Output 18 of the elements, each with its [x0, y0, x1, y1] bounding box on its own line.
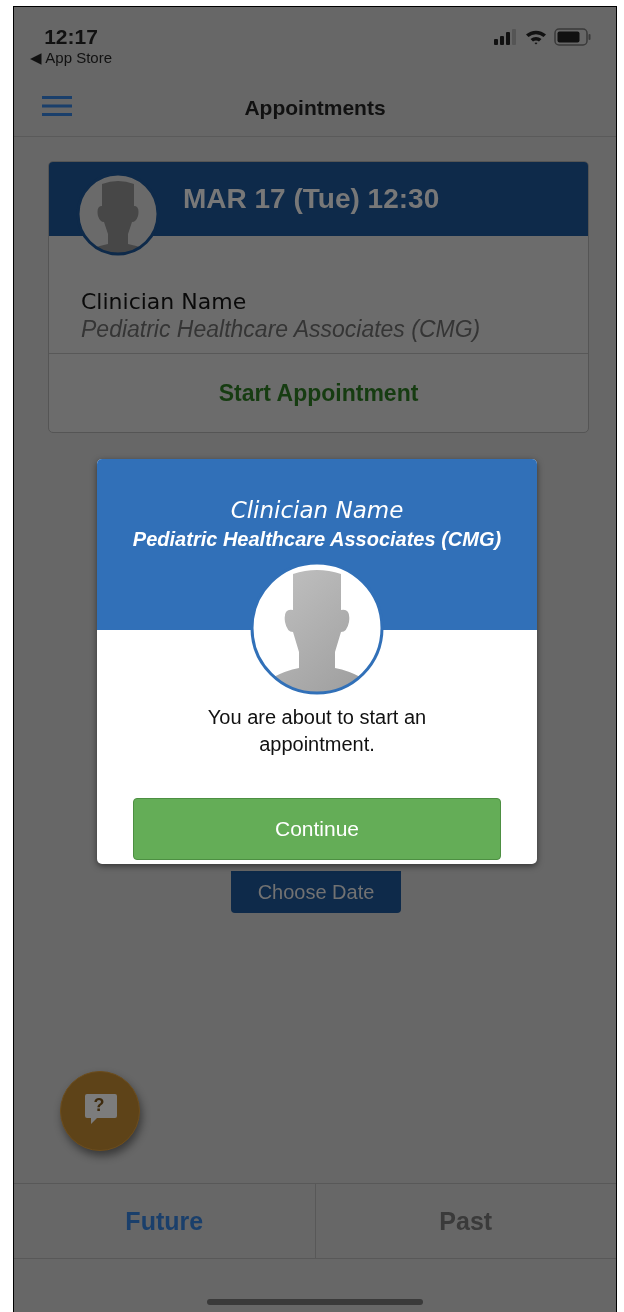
clinician-name: Clinician Name [81, 289, 248, 314]
dialog-message: You are about to start an appointment. [206, 705, 428, 757]
choose-date-button[interactable]: Choose Date [231, 871, 401, 913]
appointment-date: MAR 17 (Tue) 12:30 [183, 183, 440, 215]
battery-icon [554, 27, 592, 46]
menu-icon[interactable] [42, 96, 72, 116]
continue-button[interactable]: Continue [133, 798, 501, 860]
practice-name: Pediatric Healthcare Associates (CMG) [81, 316, 482, 343]
dialog-clinician-name: Clinician Name [230, 497, 404, 523]
dialog-practice-name: Pediatric Healthcare Associates (CMG) [132, 528, 502, 551]
wifi-icon [525, 28, 547, 45]
tab[interactable]: Future [14, 1184, 315, 1258]
back-to-app-link[interactable]: ◀ App Store [30, 48, 113, 67]
start-appointment-button[interactable]: Start Appointment [49, 354, 588, 432]
help-button[interactable]: ? [60, 1071, 140, 1151]
status-time: 12:17 [44, 24, 98, 49]
screen-title: Appointments [244, 96, 386, 120]
signal-icon [494, 28, 518, 45]
